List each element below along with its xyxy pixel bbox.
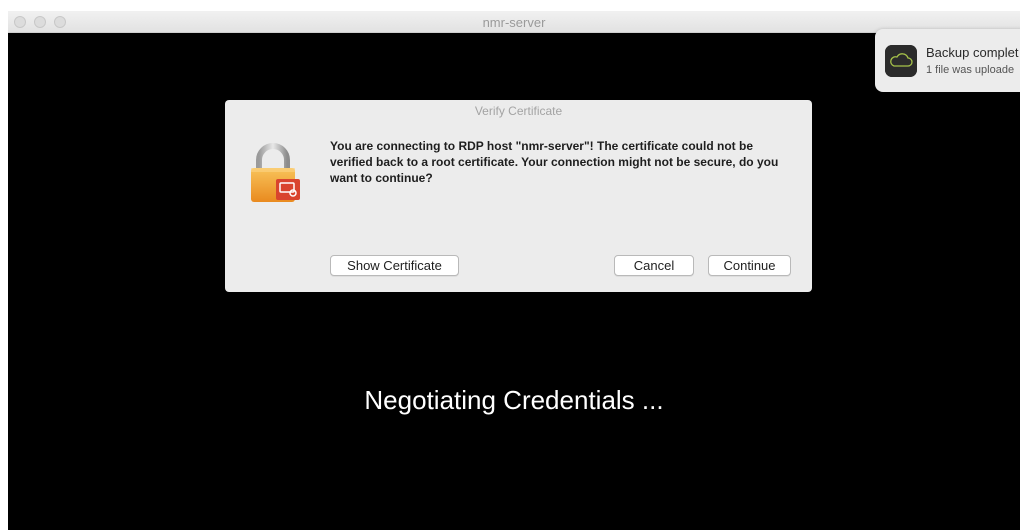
notification-body: 1 file was uploade [926,64,1015,76]
verify-certificate-dialog: Verify Certificate You are connecting to… [225,100,812,292]
cancel-button[interactable]: Cancel [614,255,694,276]
lock-certificate-icon [251,143,300,202]
cloud-icon [885,45,917,77]
show-certificate-button[interactable]: Show Certificate [330,255,459,276]
notification-title: Backup complet [926,45,1019,60]
window-titlebar[interactable]: nmr-server [8,11,1020,33]
rdp-window: nmr-server Verify Certificate You are co… [8,11,1020,530]
dialog-message: You are connecting to RDP host "nmr-serv… [330,139,779,185]
window-title: nmr-server [482,15,546,30]
continue-button[interactable]: Continue [708,255,791,276]
backup-notification[interactable]: Backup complet 1 file was uploade [875,29,1020,92]
dialog-title: Verify Certificate [474,104,563,118]
status-text: Negotiating Credentials ... [364,385,664,415]
